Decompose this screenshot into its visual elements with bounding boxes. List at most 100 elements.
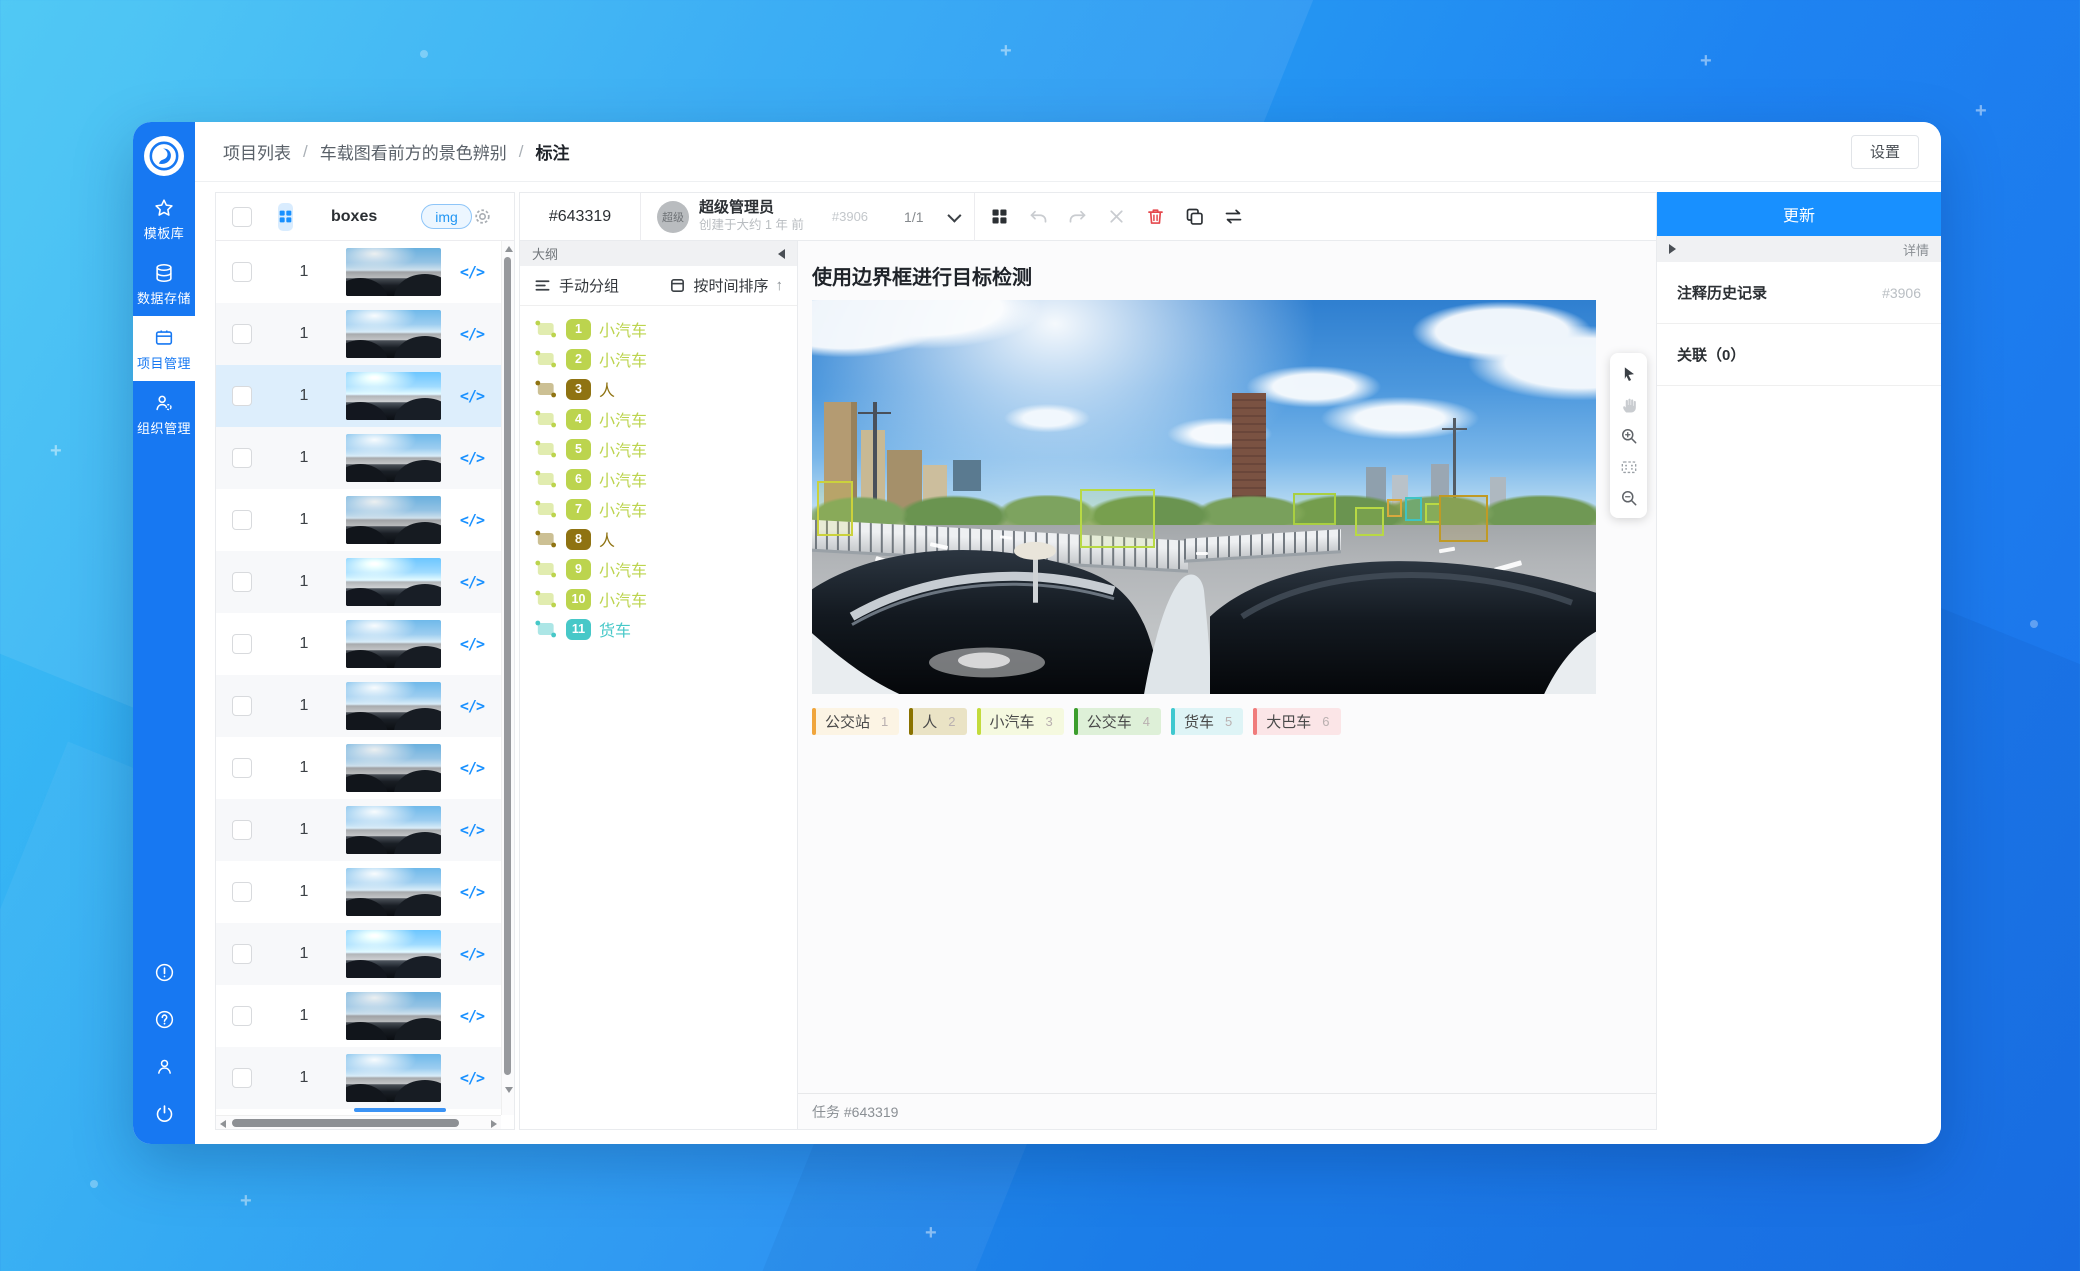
annotation-history-row[interactable]: 注释历史记录 #3906 (1657, 262, 1941, 324)
update-button[interactable]: 更新 (1657, 192, 1941, 236)
thumbnail-panorama[interactable] (346, 248, 441, 296)
region-list-item[interactable]: 4 小汽车 (520, 404, 797, 434)
scrollbar-thumb[interactable] (232, 1119, 459, 1127)
scroll-left-arrow[interactable] (220, 1120, 226, 1128)
user-icon[interactable] (154, 1056, 175, 1077)
thumbnail-panorama[interactable] (346, 744, 441, 792)
scroll-up-arrow[interactable] (505, 246, 513, 252)
row-checkbox[interactable] (232, 324, 252, 344)
label-chip[interactable]: 人 2 (909, 708, 966, 735)
file-row[interactable]: 1 </> (216, 551, 514, 613)
code-icon[interactable]: </> (460, 511, 484, 529)
row-checkbox[interactable] (232, 572, 252, 592)
thumbnail-panorama[interactable] (346, 868, 441, 916)
info-icon[interactable] (154, 962, 175, 983)
label-chip[interactable]: 货车 5 (1171, 708, 1243, 735)
file-row[interactable]: 1 </> (216, 427, 514, 489)
row-checkbox[interactable] (232, 1068, 252, 1088)
thumbnail-panorama[interactable] (346, 806, 441, 854)
settings-button[interactable]: 设置 (1851, 135, 1919, 169)
thumbnail-panorama[interactable] (346, 496, 441, 544)
collapse-panel-icon[interactable] (778, 249, 785, 259)
row-checkbox[interactable] (232, 944, 252, 964)
scrollbar-thumb[interactable] (504, 257, 511, 1075)
code-icon[interactable]: </> (460, 697, 484, 715)
sort-control[interactable]: 按时间排序 ↑ (669, 275, 783, 296)
column-settings-button[interactable] (472, 206, 493, 227)
file-row[interactable]: 1 </> (216, 489, 514, 551)
code-icon[interactable]: </> (460, 1007, 484, 1025)
row-checkbox[interactable] (232, 882, 252, 902)
zoom-out-button[interactable] (1612, 482, 1645, 513)
reset-button[interactable] (1102, 202, 1132, 232)
thumbnail-panorama[interactable] (346, 992, 441, 1040)
code-icon[interactable]: </> (460, 263, 484, 281)
code-icon[interactable]: </> (460, 449, 484, 467)
sidebar-item-organization[interactable]: 组织管理 (133, 381, 195, 446)
code-icon[interactable]: </> (460, 573, 484, 591)
pan-tool-button[interactable] (1612, 389, 1645, 420)
sidebar-item-templates[interactable]: 模板库 (133, 186, 195, 251)
code-icon[interactable]: </> (460, 635, 484, 653)
select-all-checkbox[interactable] (232, 207, 252, 227)
bounding-box[interactable] (1439, 495, 1488, 542)
row-checkbox[interactable] (232, 634, 252, 654)
breadcrumb-projects[interactable]: 项目列表 (223, 139, 291, 164)
code-icon[interactable]: </> (460, 821, 484, 839)
code-icon[interactable]: </> (460, 325, 484, 343)
file-row[interactable]: 1 </> (216, 675, 514, 737)
label-chip[interactable]: 大巴车 6 (1253, 708, 1340, 735)
app-logo[interactable] (144, 136, 184, 176)
bounding-box[interactable] (1405, 497, 1422, 521)
thumbnail-panorama[interactable] (346, 682, 441, 730)
region-list-item[interactable]: 2 小汽车 (520, 344, 797, 374)
row-checkbox[interactable] (232, 448, 252, 468)
file-row[interactable]: 1 </> (216, 613, 514, 675)
power-icon[interactable] (154, 1103, 175, 1124)
scroll-down-arrow[interactable] (505, 1087, 513, 1093)
row-checkbox[interactable] (232, 820, 252, 840)
redo-button[interactable] (1063, 202, 1093, 232)
bounding-box[interactable] (1387, 499, 1401, 517)
region-list-item[interactable]: 3 人 (520, 374, 797, 404)
help-icon[interactable] (154, 1009, 175, 1030)
copy-annotation-button[interactable] (1180, 202, 1210, 232)
grid-view-button[interactable] (278, 203, 293, 231)
row-checkbox[interactable] (232, 758, 252, 778)
file-row[interactable]: 1 </> (216, 799, 514, 861)
fit-to-screen-button[interactable] (1612, 451, 1645, 482)
delete-button[interactable] (1141, 202, 1171, 232)
file-row[interactable]: 1 </> (216, 861, 514, 923)
region-list-item[interactable]: 8 人 (520, 524, 797, 554)
region-list-item[interactable]: 7 小汽车 (520, 494, 797, 524)
bounding-box[interactable] (1080, 489, 1155, 548)
code-icon[interactable]: </> (460, 759, 484, 777)
code-icon[interactable]: </> (460, 945, 484, 963)
sidebar-item-projects[interactable]: 项目管理 (133, 316, 195, 381)
label-chip[interactable]: 公交车 4 (1074, 708, 1161, 735)
annotator-info[interactable]: 超级 超级管理员 创建于大约 1 年 前 #3906 1/1 (641, 199, 974, 233)
scroll-right-arrow[interactable] (491, 1120, 497, 1128)
file-row[interactable]: 1 </> (216, 985, 514, 1047)
sidebar-item-data-storage[interactable]: 数据存储 (133, 251, 195, 316)
file-row[interactable]: 1 </> (216, 303, 514, 365)
row-checkbox[interactable] (232, 696, 252, 716)
group-by-label[interactable]: 手动分组 (559, 275, 619, 296)
row-checkbox[interactable] (232, 386, 252, 406)
undo-button[interactable] (1024, 202, 1054, 232)
row-checkbox[interactable] (232, 1006, 252, 1026)
horizontal-scrollbar[interactable] (216, 1115, 501, 1129)
transfer-button[interactable] (1219, 202, 1249, 232)
sort-ascending-icon[interactable]: ↑ (776, 277, 784, 294)
code-icon[interactable]: </> (460, 1069, 484, 1087)
breadcrumb-project-name[interactable]: 车载图看前方的景色辨别 (320, 139, 507, 164)
chevron-down-icon[interactable] (947, 208, 961, 222)
bounding-box[interactable] (817, 481, 853, 536)
file-row[interactable]: 1 </> (216, 1047, 514, 1109)
code-icon[interactable]: </> (460, 387, 484, 405)
region-list-item[interactable]: 1 小汽车 (520, 314, 797, 344)
region-list-item[interactable]: 5 小汽车 (520, 434, 797, 464)
row-checkbox[interactable] (232, 262, 252, 282)
type-filter-badge[interactable]: img (421, 204, 472, 229)
bounding-box[interactable] (1293, 493, 1337, 525)
